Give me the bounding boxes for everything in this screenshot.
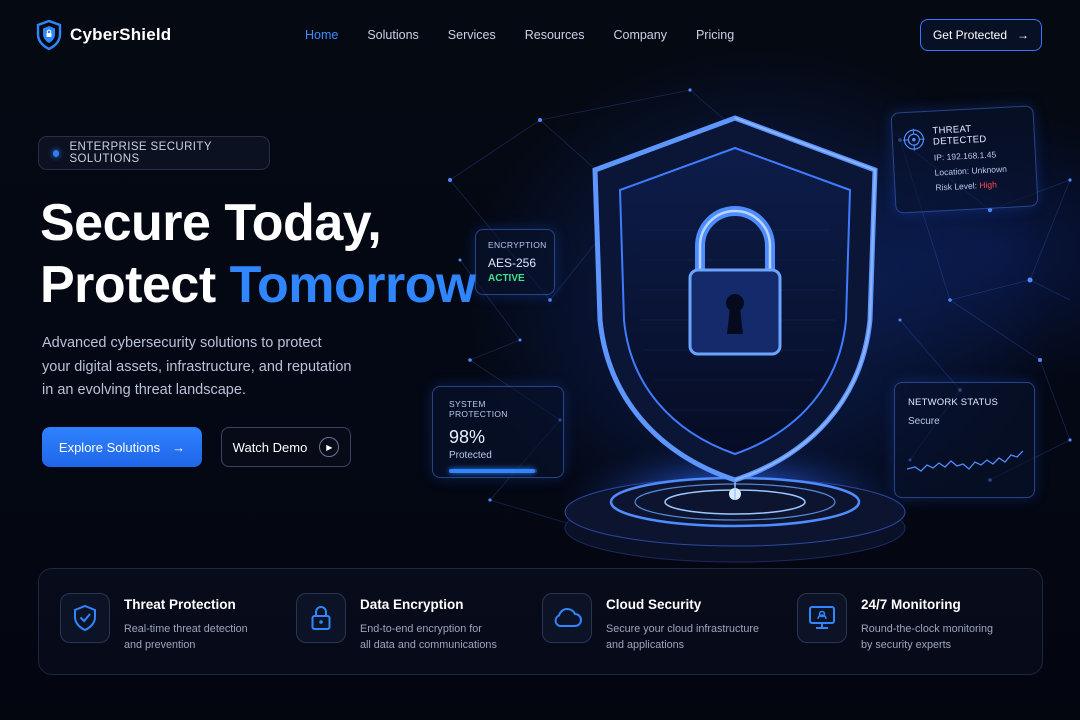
- encryption-panel: ENCRYPTION AES-256 ACTIVE: [475, 229, 555, 295]
- shield-lock-illustration: [555, 115, 915, 563]
- network-status-title: NETWORK STATUS: [908, 397, 999, 408]
- feature-description-line2: by security experts: [861, 639, 952, 651]
- system-protection-label: SYSTEM PROTECTION: [449, 399, 508, 419]
- shield-check-icon: [74, 604, 96, 632]
- feature-title: Data Encryption: [360, 597, 464, 612]
- system-protection-percent: 98%: [449, 427, 486, 447]
- feature-title: Threat Protection: [124, 597, 236, 612]
- network-status-panel: NETWORK STATUS Secure: [894, 382, 1035, 498]
- feature-description-line2: all data and communications: [360, 639, 497, 651]
- feature-description: Real-time threat detection and preventio…: [124, 621, 284, 653]
- threat-risk-label: Risk Level:: [935, 180, 980, 193]
- explore-solutions-button[interactable]: Explore Solutions →: [42, 427, 202, 467]
- target-icon: [902, 128, 925, 151]
- hero-title: Secure Today, Protect Tomorrow: [40, 192, 476, 316]
- lock-icon: [311, 606, 331, 630]
- brand-logo[interactable]: CyberShield: [36, 20, 171, 50]
- cloud-icon: [554, 608, 582, 627]
- threat-title: THREAT DETECTED: [932, 123, 987, 148]
- arrow-right-icon: →: [172, 439, 186, 455]
- encryption-value: AES-256: [488, 256, 537, 270]
- feature-icon-box: [797, 593, 847, 643]
- monitor-icon: [809, 606, 835, 629]
- feature-title: 24/7 Monitoring: [861, 597, 961, 612]
- feature-description-line2: and prevention: [124, 639, 196, 651]
- feature-icon-box: [542, 593, 592, 643]
- play-icon: ▶: [319, 437, 340, 457]
- explore-solutions-label: Explore Solutions: [58, 439, 161, 455]
- nav-item-services[interactable]: Services: [448, 28, 496, 42]
- get-protected-button[interactable]: Get Protected →: [920, 19, 1042, 51]
- nav-item-solutions[interactable]: Solutions: [367, 28, 418, 42]
- encryption-status: ACTIVE: [488, 273, 525, 284]
- feature-title: Cloud Security: [606, 597, 702, 612]
- hero-badge-text: ENTERPRISE SECURITY SOLUTIONS: [69, 141, 212, 165]
- hero-description-line2: your digital assets, infrastructure, and…: [42, 358, 352, 375]
- hero-description: Advanced cybersecurity solutions to prot…: [42, 332, 372, 403]
- hero-title-accent: Tomorrow: [229, 256, 477, 314]
- top-navigation: CyberShield Home Solutions Services Reso…: [0, 0, 1080, 72]
- system-protection-status: Protected: [449, 450, 492, 461]
- hero-title-line2: Protect Tomorrow: [40, 254, 476, 316]
- protection-progress-bar: [449, 469, 537, 473]
- feature-icon-box: [296, 593, 346, 643]
- threat-risk-value: High: [979, 179, 998, 191]
- nav-item-home[interactable]: Home: [305, 28, 338, 42]
- threat-location: Location: Unknown: [934, 163, 1008, 178]
- hero-description-line3: in an evolving threat landscape.: [42, 382, 246, 398]
- badge-dot-icon: [53, 149, 60, 157]
- nav-item-company[interactable]: Company: [613, 28, 667, 42]
- nav-item-resources[interactable]: Resources: [525, 28, 585, 42]
- protection-progress-fill: [449, 469, 536, 473]
- feature-description: Secure your cloud infrastructure and app…: [606, 621, 766, 653]
- watch-demo-button[interactable]: Watch Demo ▶: [221, 427, 351, 467]
- feature-description-line1: End-to-end encryption for: [360, 623, 482, 635]
- get-protected-label: Get Protected: [932, 28, 1008, 42]
- network-status-value: Secure: [908, 416, 940, 427]
- feature-description-line1: Real-time threat detection: [124, 623, 248, 635]
- system-protection-panel: SYSTEM PROTECTION 98% Protected: [432, 386, 564, 478]
- hero-badge: ENTERPRISE SECURITY SOLUTIONS: [38, 136, 270, 170]
- watch-demo-label: Watch Demo: [232, 439, 308, 455]
- feature-description: Round-the-clock monitoring by security e…: [861, 621, 1021, 653]
- feature-description: End-to-end encryption for all data and c…: [360, 621, 520, 653]
- network-activity-sparkline: [907, 450, 1023, 472]
- hero-description-line1: Advanced cybersecurity solutions to prot…: [42, 335, 322, 351]
- encryption-label: ENCRYPTION: [488, 240, 547, 250]
- feature-description-line1: Secure your cloud infrastructure: [606, 623, 760, 635]
- arrow-right-icon: →: [1017, 28, 1030, 42]
- feature-description-line1: Round-the-clock monitoring: [861, 623, 994, 635]
- hero-title-prefix: Protect: [40, 256, 230, 314]
- main-menu: Home Solutions Services Resources Compan…: [305, 28, 763, 42]
- feature-icon-box: [60, 593, 110, 643]
- threat-risk: Risk Level: High: [935, 178, 1026, 193]
- nav-item-pricing[interactable]: Pricing: [696, 28, 734, 42]
- threat-ip: IP: 192.168.1.45: [933, 149, 997, 163]
- threat-detected-panel: THREAT DETECTED IP: 192.168.1.45 Locatio…: [890, 105, 1039, 214]
- hero-title-line1: Secure Today,: [40, 194, 382, 252]
- feature-description-line2: and applications: [606, 639, 685, 651]
- shield-logo-icon: [36, 20, 62, 50]
- brand-name: CyberShield: [70, 25, 172, 44]
- features-bar: Threat Protection Real-time threat detec…: [38, 568, 1043, 675]
